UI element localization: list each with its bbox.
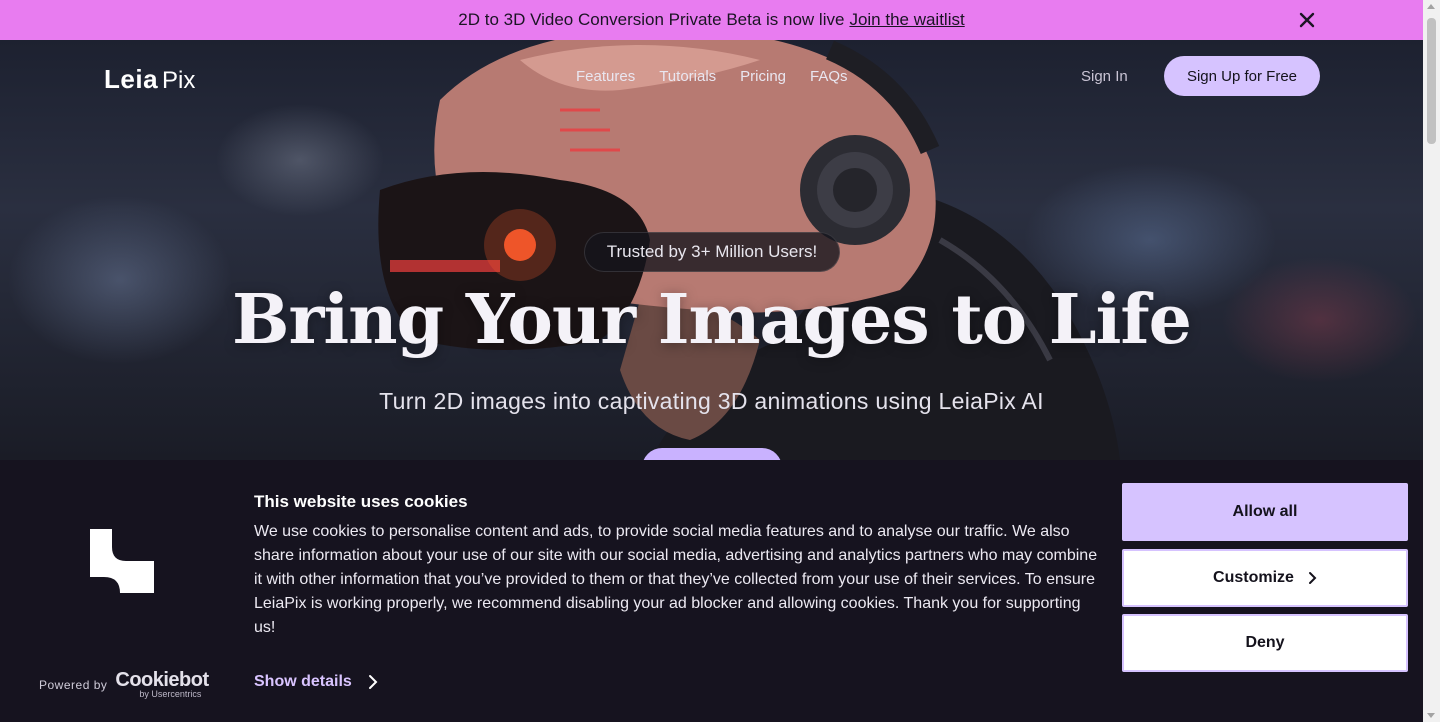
announcement-text: 2D to 3D Video Conversion Private Beta i… xyxy=(458,10,845,29)
cookiebot-brand-sub: by Usercentrics xyxy=(139,689,202,699)
scroll-up-icon[interactable] xyxy=(1427,4,1435,9)
nav-tutorials[interactable]: Tutorials xyxy=(659,68,716,85)
show-details-link[interactable]: Show details xyxy=(254,673,378,691)
logo-pix-text: Pix xyxy=(162,67,196,94)
powered-by[interactable]: Powered by Cookiebot by Usercentrics xyxy=(39,670,209,699)
cookie-title: This website uses cookies xyxy=(254,492,468,511)
sign-up-button[interactable]: Sign Up for Free xyxy=(1164,56,1320,96)
cookiebot-brand: Cookiebot by Usercentrics xyxy=(115,669,209,699)
powered-by-text: Powered by xyxy=(39,677,108,692)
main-nav: Features Tutorials Pricing FAQs xyxy=(576,68,848,85)
deny-button[interactable]: Deny xyxy=(1122,614,1408,672)
trusted-badge: Trusted by 3+ Million Users! xyxy=(584,232,840,272)
nav-features[interactable]: Features xyxy=(576,68,635,85)
hero-section: Leia Pix Features Tutorials Pricing FAQs… xyxy=(0,40,1423,460)
cookiebot-brand-name: Cookiebot xyxy=(115,669,209,691)
join-waitlist-link[interactable]: Join the waitlist xyxy=(849,10,964,30)
customize-label: Customize xyxy=(1213,569,1294,586)
customize-button[interactable]: Customize xyxy=(1122,549,1408,607)
scroll-down-icon[interactable] xyxy=(1427,713,1435,718)
close-icon[interactable] xyxy=(1297,10,1317,30)
sign-in-link[interactable]: Sign In xyxy=(1081,68,1128,85)
leiapix-logo[interactable]: Leia Pix xyxy=(104,64,195,95)
cookie-banner: Powered by Cookiebot by Usercentrics Thi… xyxy=(0,460,1423,722)
hero-subline: Turn 2D images into captivating 3D anima… xyxy=(379,388,1044,414)
announcement-bar: 2D to 3D Video Conversion Private Beta i… xyxy=(0,0,1423,40)
hero-cta-button[interactable] xyxy=(642,448,782,460)
hero-headline: Bring Your Images to Life xyxy=(232,280,1192,360)
logo-leia-text: Leia xyxy=(104,64,159,94)
cookie-description: We use cookies to personalise content an… xyxy=(254,523,1098,636)
page-scrollbar[interactable] xyxy=(1423,0,1440,722)
show-details-label: Show details xyxy=(254,673,352,690)
scrollbar-thumb[interactable] xyxy=(1427,18,1436,144)
chevron-right-icon xyxy=(368,675,378,689)
cookiebot-logo-icon xyxy=(90,529,154,593)
nav-pricing[interactable]: Pricing xyxy=(740,68,786,85)
nav-faqs[interactable]: FAQs xyxy=(810,68,848,85)
allow-all-button[interactable]: Allow all xyxy=(1122,483,1408,541)
chevron-right-icon xyxy=(1308,572,1317,584)
